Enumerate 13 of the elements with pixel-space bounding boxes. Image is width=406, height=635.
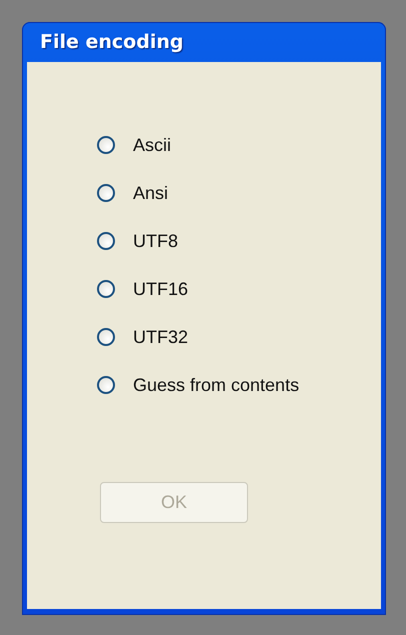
radio-button[interactable]: [97, 136, 115, 154]
window-title: File encoding: [40, 31, 184, 53]
radio-button[interactable]: [97, 232, 115, 250]
radio-button[interactable]: [97, 280, 115, 298]
radio-label[interactable]: Guess from contents: [133, 374, 300, 396]
radio-label[interactable]: Ascii: [133, 134, 172, 156]
radio-label[interactable]: UTF32: [133, 326, 188, 348]
radio-button[interactable]: [97, 376, 115, 394]
radio-button[interactable]: [97, 328, 115, 346]
radio-label[interactable]: Ansi: [133, 182, 168, 204]
radio-button[interactable]: [97, 184, 115, 202]
radio-label[interactable]: UTF8: [133, 230, 178, 252]
radio-label[interactable]: UTF16: [133, 278, 188, 300]
